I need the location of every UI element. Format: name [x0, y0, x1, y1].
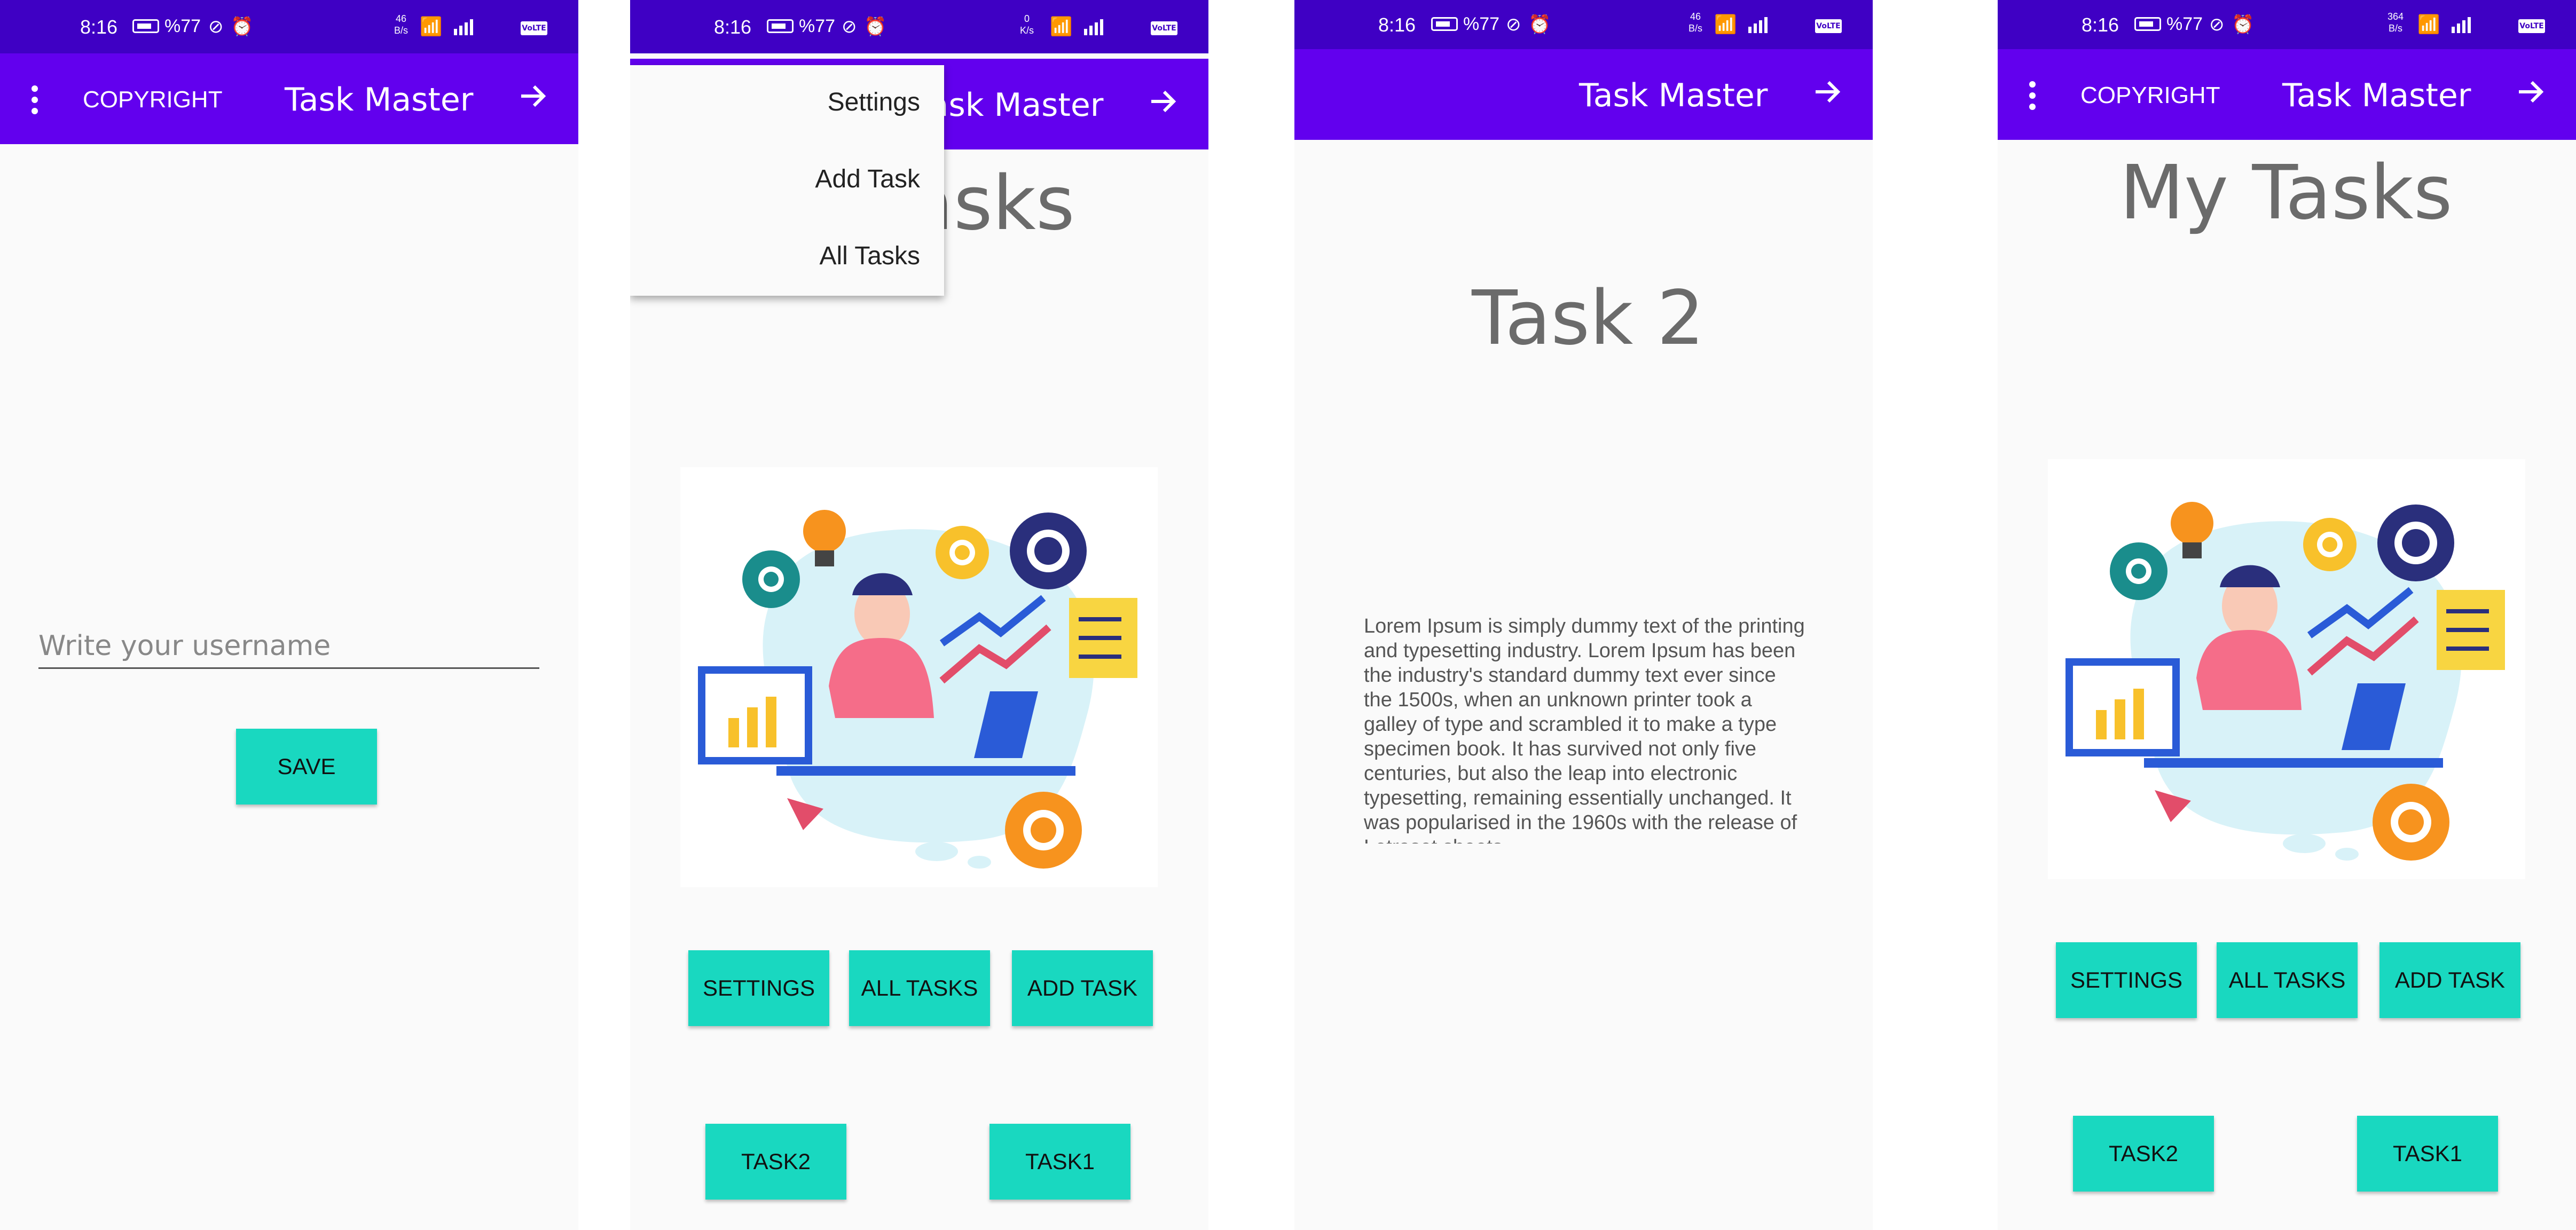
illustration-image — [2065, 502, 2505, 861]
more-vert-icon[interactable] — [2027, 81, 2038, 110]
username-field[interactable] — [38, 630, 539, 669]
battery-percent: %77 — [2166, 14, 2203, 34]
status-time: 8:16 — [1378, 14, 1416, 36]
alarm-icon: ⏰ — [231, 16, 254, 37]
save-button[interactable]: SAVE — [236, 729, 377, 805]
all-tasks-button[interactable]: ALL TASKS — [849, 950, 990, 1026]
task1-button[interactable]: TASK1 — [989, 1124, 1130, 1200]
menu-item-all-tasks[interactable]: All Tasks — [819, 241, 920, 271]
dnd-icon: ⊘ — [1506, 14, 1521, 35]
battery-icon — [2134, 17, 2161, 31]
wifi-icon: 📶 — [2417, 14, 2440, 35]
signal-icon — [1084, 19, 1103, 35]
copyright-action[interactable]: COPYRIGHT — [83, 86, 223, 113]
menu-item-add-task[interactable]: Add Task — [815, 164, 920, 194]
battery-icon — [767, 19, 794, 33]
alarm-icon: ⏰ — [864, 16, 887, 37]
dnd-icon: ⊘ — [208, 16, 224, 37]
screen-main-menu-open: 8:16 %77 ⊘ ⏰ 0 K/s 📶 VoLTE Task Master a… — [630, 0, 1208, 1230]
task2-button[interactable]: TASK2 — [2073, 1116, 2214, 1192]
network-rate: 0 K/s — [1020, 13, 1034, 36]
status-bar: 8:16 %77 ⊘ ⏰ 46 B/s 📶 VoLTE — [0, 0, 578, 53]
status-bar: 8:16 %77 ⊘ ⏰ 0 K/s 📶 VoLTE — [630, 0, 1208, 53]
status-time: 8:16 — [2082, 14, 2119, 36]
dnd-icon: ⊘ — [2209, 14, 2225, 35]
battery-icon — [132, 19, 159, 33]
status-time: 8:16 — [714, 16, 752, 38]
volte-icon: VoLTE — [521, 21, 547, 35]
status-time: 8:16 — [80, 16, 118, 38]
arrow-forward-icon[interactable] — [1811, 76, 1843, 108]
alarm-icon: ⏰ — [2232, 14, 2255, 35]
volte-icon: VoLTE — [1151, 21, 1177, 35]
app-bar: COPYRIGHT Task Master — [0, 53, 578, 144]
illustration-image — [680, 467, 1158, 887]
add-task-button[interactable]: ADD TASK — [1012, 950, 1153, 1026]
battery-percent: %77 — [799, 16, 836, 36]
app-title: Task Master — [1579, 77, 1768, 114]
arrow-forward-icon[interactable] — [517, 80, 549, 112]
app-bar: Task Master — [1294, 49, 1873, 140]
app-title: Task Master — [285, 81, 474, 119]
illustration-image — [698, 510, 1137, 869]
menu-item-settings[interactable]: Settings — [828, 88, 920, 117]
signal-icon — [2452, 17, 2471, 33]
network-rate: 46 B/s — [1688, 11, 1703, 34]
battery-icon — [1431, 17, 1458, 31]
network-rate: 364 B/s — [2387, 11, 2404, 34]
screen-username: 8:16 %77 ⊘ ⏰ 46 B/s 📶 VoLTE COPYRIGHT Ta… — [0, 0, 578, 1230]
screen-my-tasks: 8:16 %77 ⊘ ⏰ 364 B/s 📶 VoLTE COPYRIGHT T… — [1998, 0, 2576, 1230]
app-title: Task Master — [2282, 77, 2471, 114]
alarm-icon: ⏰ — [1528, 14, 1551, 35]
wifi-icon: 📶 — [420, 16, 443, 37]
settings-button[interactable]: SETTINGS — [2056, 942, 2197, 1018]
illustration-image — [2048, 459, 2525, 879]
arrow-forward-icon[interactable] — [1147, 85, 1179, 117]
task-title: Task 2 — [1472, 275, 1705, 362]
task-description: Lorem Ipsum is simply dummy text of the … — [1364, 615, 1805, 843]
network-rate: 46 B/s — [394, 13, 409, 36]
overflow-menu: Settings Add Task All Tasks — [630, 65, 944, 296]
signal-icon — [1748, 17, 1768, 33]
volte-icon: VoLTE — [1815, 19, 1842, 33]
app-bar: COPYRIGHT Task Master — [1998, 49, 2576, 140]
battery-percent: %77 — [164, 16, 201, 36]
all-tasks-button[interactable]: ALL TASKS — [2217, 942, 2358, 1018]
arrow-forward-icon[interactable] — [2515, 76, 2547, 108]
add-task-button[interactable]: ADD TASK — [2379, 942, 2520, 1018]
signal-icon — [454, 19, 473, 35]
more-vert-icon[interactable] — [29, 85, 40, 114]
settings-button[interactable]: SETTINGS — [688, 950, 829, 1026]
dnd-icon: ⊘ — [842, 16, 857, 37]
volte-icon: VoLTE — [2518, 19, 2545, 33]
task1-button[interactable]: TASK1 — [2357, 1116, 2498, 1192]
username-input[interactable] — [38, 630, 539, 669]
wifi-icon: 📶 — [1050, 16, 1073, 37]
status-bar: 8:16 %77 ⊘ ⏰ 46 B/s 📶 VoLTE — [1294, 0, 1873, 49]
status-bar: 8:16 %77 ⊘ ⏰ 364 B/s 📶 VoLTE — [1998, 0, 2576, 49]
wifi-icon: 📶 — [1714, 14, 1737, 35]
battery-percent: %77 — [1463, 14, 1500, 34]
page-title: My Tasks — [2119, 149, 2453, 236]
screen-task-detail: 8:16 %77 ⊘ ⏰ 46 B/s 📶 VoLTE Task Master … — [1294, 0, 1873, 1230]
task2-button[interactable]: TASK2 — [705, 1124, 846, 1200]
copyright-action[interactable]: COPYRIGHT — [2080, 82, 2220, 109]
